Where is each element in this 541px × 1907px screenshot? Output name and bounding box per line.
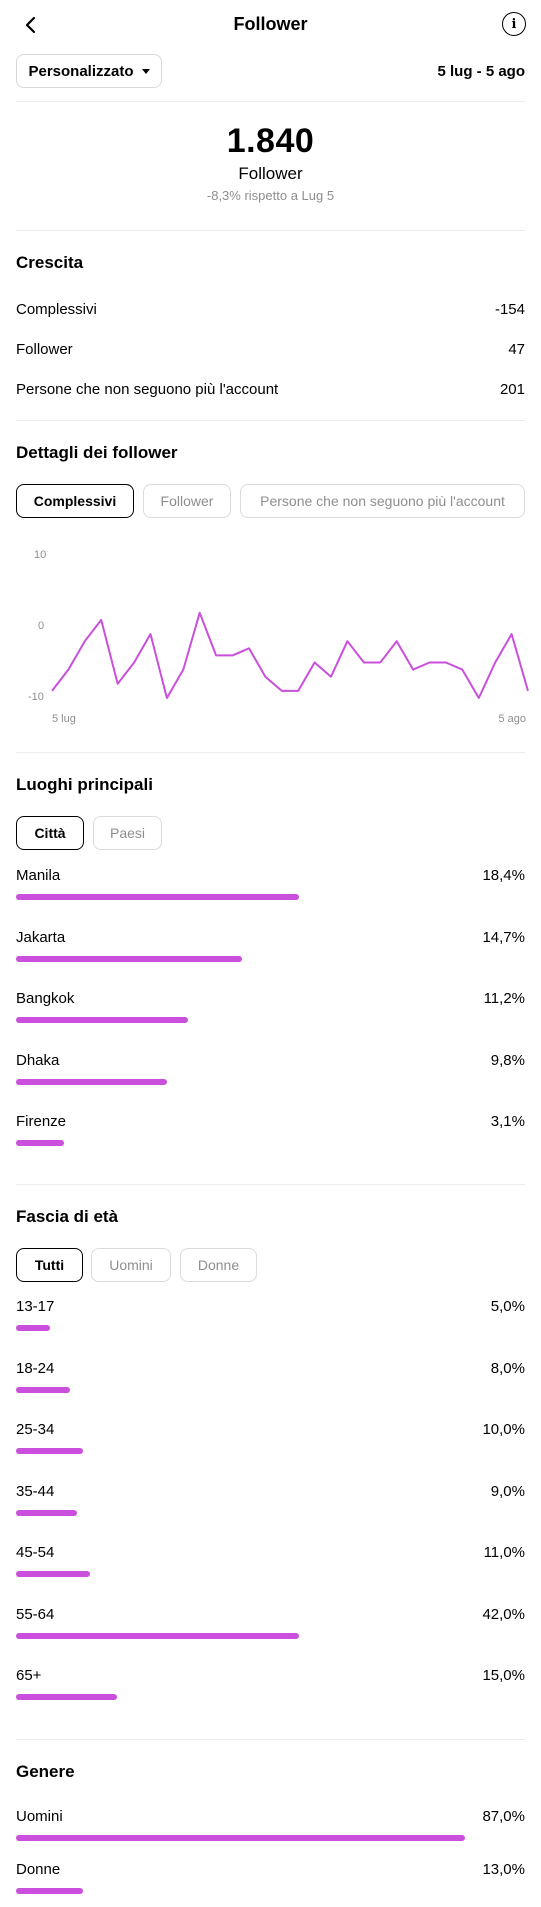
divider [16, 1184, 525, 1185]
y-tick-label: -10 [28, 691, 44, 703]
age-range-bar [16, 1386, 70, 1393]
page-title: Follower [233, 14, 308, 34]
tab-follower[interactable]: Follower [143, 484, 231, 518]
growth-title: Crescita [16, 253, 84, 272]
gender-value: 87,0% [482, 1808, 525, 1825]
location-bar [16, 1078, 167, 1085]
age-range-value: 10,0% [482, 1421, 525, 1438]
age-range-bar [16, 1448, 83, 1454]
growth-row-value: -154 [494, 301, 525, 318]
age-range-bar [16, 1509, 77, 1516]
location-value: 18,4% [482, 867, 525, 884]
location-label: Dhaka [16, 1051, 60, 1069]
growth-row-label: Follower [16, 341, 73, 358]
age-range-value: 42,0% [482, 1605, 525, 1623]
location-bar [16, 1017, 188, 1023]
location-label: Jakarta [16, 928, 66, 946]
age-range-bar [16, 1571, 90, 1577]
location-value: 11,2% [483, 990, 525, 1007]
divider [16, 1739, 525, 1740]
growth-row-label: Persone che non seguono più l'account [16, 381, 279, 398]
location-bar [16, 894, 299, 900]
divider [16, 101, 525, 102]
location-label: Manila [16, 867, 61, 884]
date-range-text: 5 lug - 5 ago [437, 63, 525, 80]
divider [16, 420, 525, 421]
gender-label: Donne [16, 1861, 61, 1878]
tab-paesi[interactable]: Paesi [93, 816, 162, 850]
age-range-label: 55-64 [16, 1605, 55, 1623]
age-range-label: 25-34 [16, 1421, 55, 1438]
age-range-label: 65+ [16, 1667, 42, 1684]
tab-citta[interactable]: Città [16, 816, 84, 850]
follower-total: 1.840 [226, 122, 315, 160]
x-tick-label: 5 ago [498, 713, 526, 725]
location-label: Firenze [16, 1113, 67, 1130]
growth-row-label: Complessivi [16, 301, 97, 318]
gender-bar [16, 1888, 83, 1894]
gender-bar [16, 1835, 465, 1841]
age-range-value: 11,0% [483, 1544, 525, 1561]
gender-value: 13,0% [482, 1861, 525, 1878]
tab-tutti[interactable]: Tutti [16, 1248, 83, 1282]
location-value: 9,8% [490, 1051, 525, 1069]
details-title: Dettagli dei follower [16, 443, 178, 462]
age-range-value: 9,0% [490, 1482, 525, 1500]
age-range-value: 8,0% [490, 1359, 525, 1377]
dropdown-label: Personalizzato [28, 62, 134, 80]
follower-line-chart: 10 0 -10 5 lug 5 ago [28, 549, 529, 725]
age-range-value: 5,0% [490, 1298, 525, 1315]
locations-title: Luoghi principali [16, 775, 153, 794]
divider [16, 752, 525, 753]
x-tick-label: 5 lug [52, 713, 76, 725]
age-range-bar [16, 1632, 299, 1639]
y-tick-label: 10 [34, 549, 46, 561]
location-label: Bangkok [16, 990, 75, 1007]
y-tick-label: 0 [38, 620, 44, 632]
gender-label: Uomini [16, 1808, 63, 1825]
age-range-label: 45-54 [16, 1544, 55, 1561]
age-range-label: 35-44 [16, 1482, 55, 1500]
age-range-bar [16, 1694, 117, 1700]
tab-uomini[interactable]: Uomini [91, 1248, 171, 1282]
info-icon[interactable]: i [502, 12, 526, 36]
caret-down-icon [141, 68, 150, 74]
tab-complessivi[interactable]: Complessivi [16, 484, 134, 518]
location-value: 3,1% [490, 1113, 525, 1130]
tab-unfollowers[interactable]: Persone che non seguono più l'account [240, 484, 525, 518]
age-range-label: 18-24 [16, 1359, 55, 1377]
age-range-bar [16, 1325, 50, 1331]
series-line [51, 611, 529, 699]
location-value: 14,7% [482, 928, 525, 946]
growth-row-value: 201 [499, 381, 525, 398]
age-range-label: 13-17 [16, 1298, 55, 1315]
age-range-value: 15,0% [482, 1667, 525, 1684]
location-bar [16, 1140, 64, 1146]
date-range-dropdown[interactable]: Personalizzato [16, 54, 162, 88]
age-title: Fascia di età [16, 1207, 119, 1226]
follower-total-label: Follower [238, 164, 303, 183]
location-bar [16, 955, 242, 962]
divider [16, 230, 525, 231]
gender-title: Genere [16, 1762, 75, 1781]
follower-change: -8,3% rispetto a Lug 5 [206, 188, 335, 203]
tab-donne[interactable]: Donne [180, 1248, 257, 1282]
growth-row-value: 47 [508, 341, 525, 358]
